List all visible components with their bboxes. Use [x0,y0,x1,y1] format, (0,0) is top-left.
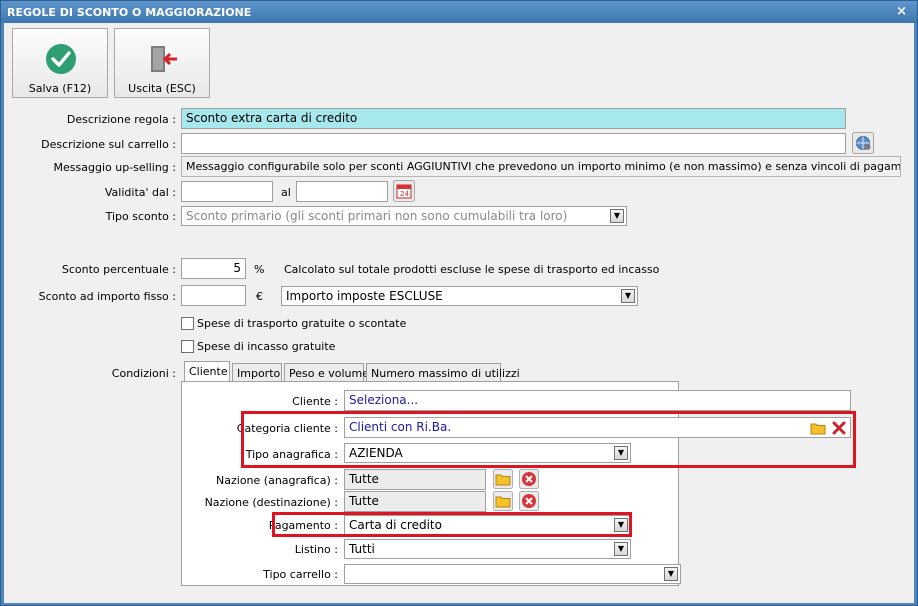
nazione-destinazione-input[interactable]: Tutte [344,491,486,512]
delete-circle-icon[interactable] [519,491,539,511]
cliente-input[interactable]: Seleziona... [344,390,851,411]
tipo-sconto-select[interactable]: Sconto primario (gli sconti primari non … [181,206,627,226]
descrizione-carrello-label: Descrizione sul carrello : [41,138,176,151]
validita-to-input[interactable] [296,181,388,202]
annotation-highlight-box [272,512,632,537]
descrizione-carrello-input[interactable] [181,133,846,154]
tab-cliente[interactable]: Cliente [184,361,230,382]
dialog-body: Salva (F12) Uscita (ESC) Descrizione reg… [4,23,914,603]
descrizione-regola-input[interactable]: Sconto extra carta di credito [181,108,846,129]
sconto-fisso-input[interactable] [181,285,246,306]
nazione-anagrafica-label: Nazione (anagrafica) : [216,474,338,487]
save-button[interactable]: Salva (F12) [12,28,108,98]
al-label: al [281,186,291,199]
tab-peso-volume[interactable]: Peso e volume [284,363,369,382]
tab-numero-massimo[interactable]: Numero massimo di utilizzi [366,363,520,382]
chevron-down-icon: ▼ [621,289,635,303]
exit-button[interactable]: Uscita (ESC) [114,28,210,98]
dialog-window: REGOLE DI SCONTO O MAGGIORAZIONE × Salva… [0,0,918,606]
chevron-down-icon: ▼ [614,542,628,556]
close-icon[interactable]: × [896,4,907,19]
spese-trasporto-label: Spese di trasporto gratuite o scontate [197,317,407,330]
descrizione-regola-label: Descrizione regola : [66,113,176,126]
listino-select[interactable]: Tutti ▼ [344,539,631,559]
validita-from-input[interactable] [181,181,273,202]
spese-trasporto-checkbox[interactable] [181,317,194,330]
listino-value: Tutti [349,542,375,556]
window-title: REGOLE DI SCONTO O MAGGIORAZIONE [7,6,252,19]
exit-button-label: Uscita (ESC) [128,82,196,95]
sconto-fisso-label: Sconto ad importo fisso : [38,290,176,303]
exit-door-icon [151,46,177,72]
chevron-down-icon: ▼ [610,209,624,223]
title-bar: REGOLE DI SCONTO O MAGGIORAZIONE × [1,1,917,23]
annotation-highlight-box [241,411,856,468]
spese-incasso-label: Spese di incasso gratuite [197,340,336,353]
imposte-value: Importo imposte ESCLUSE [286,289,443,303]
check-circle-icon [46,44,76,74]
calendar-icon[interactable]: 24 [393,180,415,202]
messaggio-upselling-text: Messaggio configurabile solo per sconti … [181,156,901,177]
messaggio-upselling-label: Messaggio up-selling : [53,161,176,174]
calendar-icon-day: 24 [400,190,409,198]
chevron-down-icon: ▼ [664,567,678,581]
sconto-percentuale-input[interactable]: 5 [181,258,246,279]
nazione-anagrafica-input[interactable]: Tutte [344,469,486,490]
imposte-select[interactable]: Importo imposte ESCLUSE ▼ [281,286,638,306]
globe-translate-icon[interactable] [852,132,874,154]
folder-icon[interactable] [493,491,513,511]
delete-circle-icon[interactable] [519,469,539,489]
spese-incasso-checkbox[interactable] [181,340,194,353]
tipo-sconto-label: Tipo sconto : [105,210,176,223]
sconto-percentuale-note: Calcolato sul totale prodotti escluse le… [284,263,660,276]
tipo-carrello-select[interactable]: ▼ [344,564,681,584]
condizioni-label: Condizioni : [111,367,176,380]
cliente-value: Seleziona... [349,393,419,407]
listino-label: Listino : [294,543,338,556]
tipo-carrello-label: Tipo carrello : [263,568,338,581]
nazione-destinazione-label: Nazione (destinazione) : [204,496,338,509]
percent-symbol: % [254,263,265,276]
tab-importo[interactable]: Importo [232,363,282,382]
save-button-label: Salva (F12) [28,82,92,95]
folder-icon[interactable] [493,469,513,489]
euro-symbol: € [256,290,263,303]
sconto-percentuale-label: Sconto percentuale : [61,263,176,276]
tipo-sconto-value: Sconto primario (gli sconti primari non … [186,209,568,223]
validita-dal-label: Validita' dal : [104,186,176,199]
cliente-label: Cliente : [292,395,338,408]
